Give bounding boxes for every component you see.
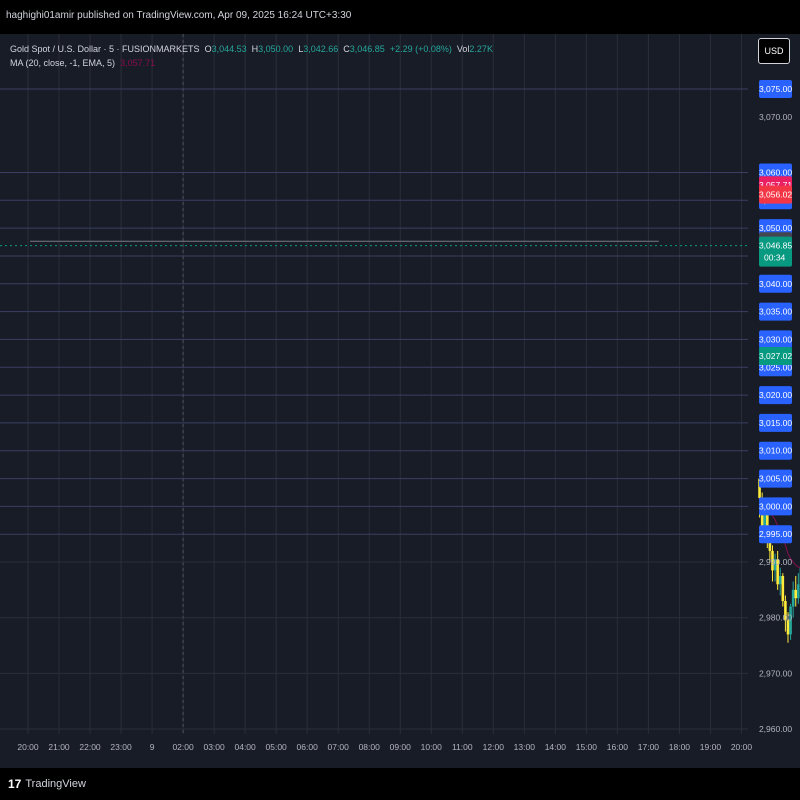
x-tick-label: 02:00 <box>172 742 194 752</box>
x-tick-label: 22:00 <box>79 742 101 752</box>
x-tick-label: 17:00 <box>638 742 660 752</box>
x-tick-label: 07:00 <box>328 742 350 752</box>
x-tick-label: 10:00 <box>421 742 443 752</box>
level-price-tag: 2,995.00 <box>759 525 792 544</box>
y-tick-label: 2,980.00 <box>759 613 792 623</box>
level-price-tag: 3,005.00 <box>759 469 792 488</box>
x-tick-label: 20:00 <box>731 742 753 752</box>
price-tag-text: 3,056.02 <box>759 190 792 200</box>
chart-area[interactable]: 3,075.003,060.003,055.003,050.003,045.00… <box>0 34 800 768</box>
level-price-tag: 3,000.00 <box>759 497 792 516</box>
candle-body <box>781 575 785 601</box>
level-price-tag: 3,020.00 <box>759 386 792 405</box>
publish-header: haghighi01amir published on TradingView.… <box>0 0 800 34</box>
x-tick-label: 18:00 <box>669 742 691 752</box>
x-tick-label: 05:00 <box>266 742 288 752</box>
x-tick-label: 09:00 <box>390 742 412 752</box>
x-tick-label: 04:00 <box>234 742 256 752</box>
x-tick-label: 15:00 <box>576 742 598 752</box>
x-tick-label: 11:00 <box>452 742 473 752</box>
level-tag-text: 3,060.00 <box>759 167 792 177</box>
brand-name: TradingView <box>25 778 86 790</box>
level-price-tag: 3,015.00 <box>759 413 792 432</box>
ma-label[interactable]: MA (20, close, -1, EMA, 5) <box>10 58 115 68</box>
x-tick-label: 13:00 <box>514 742 536 752</box>
price-tag-text: 3,027.02 <box>759 351 792 361</box>
change-value: +2.29 (+0.08%) <box>389 44 452 54</box>
x-tick-label: 06:00 <box>297 742 319 752</box>
open-value: 3,044.53 <box>211 44 247 54</box>
y-tick-label: 2,990.00 <box>759 557 792 567</box>
level-price-tag: 3,030.00 <box>759 330 792 349</box>
x-tick-label: 16:00 <box>607 742 629 752</box>
ma-value: 3,057.71 <box>120 58 156 68</box>
level-tag-text: 3,015.00 <box>759 418 792 428</box>
level-price-tag: 3,010.00 <box>759 441 792 460</box>
x-tick-label: 21:00 <box>48 742 70 752</box>
high-value: 3,050.00 <box>258 44 294 54</box>
low-value: 3,042.66 <box>303 44 339 54</box>
currency-button[interactable]: USD <box>758 38 790 64</box>
publish-info: haghighi01amir published on TradingView.… <box>6 10 352 21</box>
candle-body <box>791 589 795 607</box>
candle <box>778 567 782 596</box>
tradingview-brand: 17 TradingView <box>8 777 86 791</box>
x-tick-label: 03:00 <box>203 742 225 752</box>
open-label: O <box>204 44 212 54</box>
ma-row: MA (20, close, -1, EMA, 5) 3,057.71 <box>10 56 493 70</box>
x-tick-label: 12:00 <box>483 742 505 752</box>
y-tick-label: 2,960.00 <box>759 724 792 734</box>
ohlc-row: Gold Spot / U.S. Dollar · 5 · FUSIONMARK… <box>10 42 493 56</box>
candle <box>797 573 800 604</box>
x-tick-label: 23:00 <box>110 742 132 752</box>
x-tick-label: 9 <box>150 742 155 752</box>
level-tag-text: 3,040.00 <box>759 279 792 289</box>
volume-value: 2.27K <box>469 44 493 54</box>
x-tick-label: 14:00 <box>545 742 567 752</box>
price-chart[interactable]: 3,075.003,060.003,055.003,050.003,045.00… <box>0 34 800 768</box>
candle-body <box>794 589 798 599</box>
x-tick-label: 20:00 <box>17 742 39 752</box>
level-tag-text: 3,005.00 <box>759 474 792 484</box>
candle <box>794 575 798 607</box>
level-tag-text: 2,995.00 <box>759 529 792 539</box>
level-tag-text: 3,020.00 <box>759 390 792 400</box>
level-price-tag: 3,075.00 <box>759 80 792 98</box>
level-tag-text: 3,075.00 <box>759 84 792 94</box>
level-price-tag: 3,035.00 <box>759 302 792 321</box>
footer-bar: 17 TradingView <box>0 768 800 800</box>
price-tag: 3,027.02 <box>759 347 792 366</box>
price-tag: 3,046.85 00:34 <box>759 236 792 267</box>
y-tick-label: 3,070.00 <box>759 112 792 122</box>
candle <box>781 573 785 607</box>
level-tag-text: 3,000.00 <box>759 501 792 511</box>
volume-label: Vol <box>456 44 470 54</box>
candle-body <box>778 575 782 585</box>
price-tag-countdown: 00:34 <box>764 253 786 263</box>
level-price-tag: 3,040.00 <box>759 274 792 293</box>
level-tag-text: 3,050.00 <box>759 223 792 233</box>
x-tick-label: 08:00 <box>359 742 381 752</box>
y-tick-label: 2,970.00 <box>759 668 792 678</box>
candle <box>791 581 795 618</box>
x-tick-label: 19:00 <box>700 742 722 752</box>
symbol-label[interactable]: Gold Spot / U.S. Dollar · 5 · FUSIONMARK… <box>10 44 200 54</box>
chart-legend: Gold Spot / U.S. Dollar · 5 · FUSIONMARK… <box>10 42 493 70</box>
close-value: 3,046.85 <box>349 44 385 54</box>
price-tag-text: 3,046.85 <box>759 241 792 251</box>
level-tag-text: 3,035.00 <box>759 307 792 317</box>
level-tag-text: 3,030.00 <box>759 334 792 344</box>
level-tag-text: 3,010.00 <box>759 446 792 456</box>
tradingview-logo-icon: 17 <box>8 777 22 791</box>
candle-body <box>797 584 800 599</box>
price-tag: 3,056.02 <box>759 185 792 204</box>
